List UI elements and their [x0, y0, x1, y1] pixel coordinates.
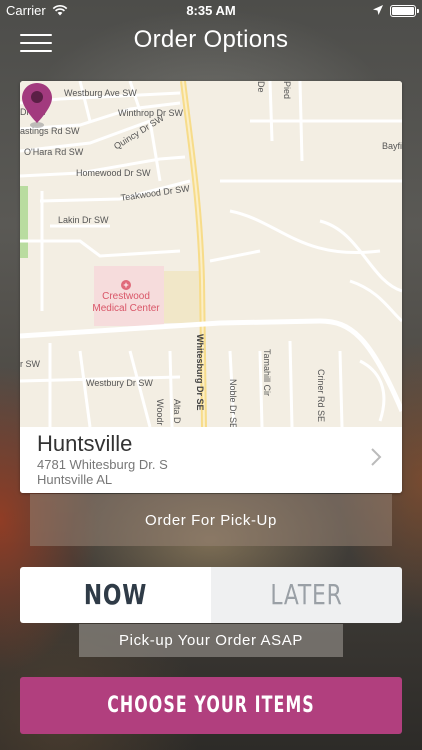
toggle-now-label: NOW [41, 567, 190, 623]
map-street-label: Westbury Dr SW [86, 378, 153, 388]
map-poi-name-2: Medical Center [92, 303, 160, 314]
timing-toggle: NOW LATER [20, 567, 402, 623]
chevron-right-icon [371, 448, 382, 466]
store-map[interactable]: Westburg Ave SW Dr SW Winthrop Dr SW ast… [20, 81, 402, 430]
store-city: Huntsville [37, 431, 133, 456]
hospital-cross-icon: + [121, 280, 131, 290]
map-street-label: Alta D [172, 399, 182, 424]
location-card: Westburg Ave SW Dr SW Winthrop Dr SW ast… [20, 81, 402, 493]
map-street-label: Pied [282, 81, 292, 100]
choose-items-label: CHOOSE YOUR ITEMS [107, 693, 315, 718]
nav-bar: Order Options [0, 22, 422, 66]
map-street-label: Noble Dr SE [228, 379, 238, 430]
store-city-state: Huntsville AL [37, 472, 113, 487]
map-poi-label: Crestwood Medical Center [86, 291, 166, 315]
toggle-later-segment[interactable]: LATER [211, 567, 402, 623]
order-type-label: Order For Pick-Up [30, 494, 392, 546]
toggle-now-segment[interactable]: NOW [20, 567, 211, 623]
map-street-label: Lakin Dr SW [58, 215, 109, 225]
map-street-label: r SW [20, 359, 40, 369]
map-street-label: Bayfi [382, 141, 402, 151]
map-poi-name-1: Crestwood [102, 291, 150, 302]
pickup-timing-label: Pick-up Your Order ASAP [79, 624, 343, 657]
map-pin-icon [22, 83, 52, 128]
page-title: Order Options [133, 26, 289, 53]
battery-icon [390, 5, 419, 17]
toggle-later-label: LATER [270, 578, 343, 611]
status-bar: Carrier 8:35 AM [0, 0, 422, 22]
map-street-label: O'Hara Rd SW [24, 147, 84, 157]
map-street-label: Whitesburg Dr SE [195, 334, 205, 411]
map-street-label: Homewood Dr SW [76, 168, 151, 178]
status-time: 8:35 AM [186, 3, 236, 18]
map-street-label: De [256, 81, 266, 93]
map-street-label: Woodr [155, 399, 165, 426]
map-street-label: Westburg Ave SW [64, 88, 137, 98]
store-address: 4781 Whitesburg Dr. S [37, 457, 168, 472]
choose-items-button[interactable]: CHOOSE YOUR ITEMS [20, 677, 402, 734]
map-street-label: Criner Rd SE [316, 369, 326, 423]
location-arrow-icon [373, 5, 383, 15]
map-street-label: Winthrop Dr SW [118, 108, 184, 118]
map-street-label: Tamahill Cir [262, 349, 272, 397]
store-info-row[interactable]: Huntsville 4781 Whitesburg Dr. S Huntsvi… [20, 427, 402, 493]
